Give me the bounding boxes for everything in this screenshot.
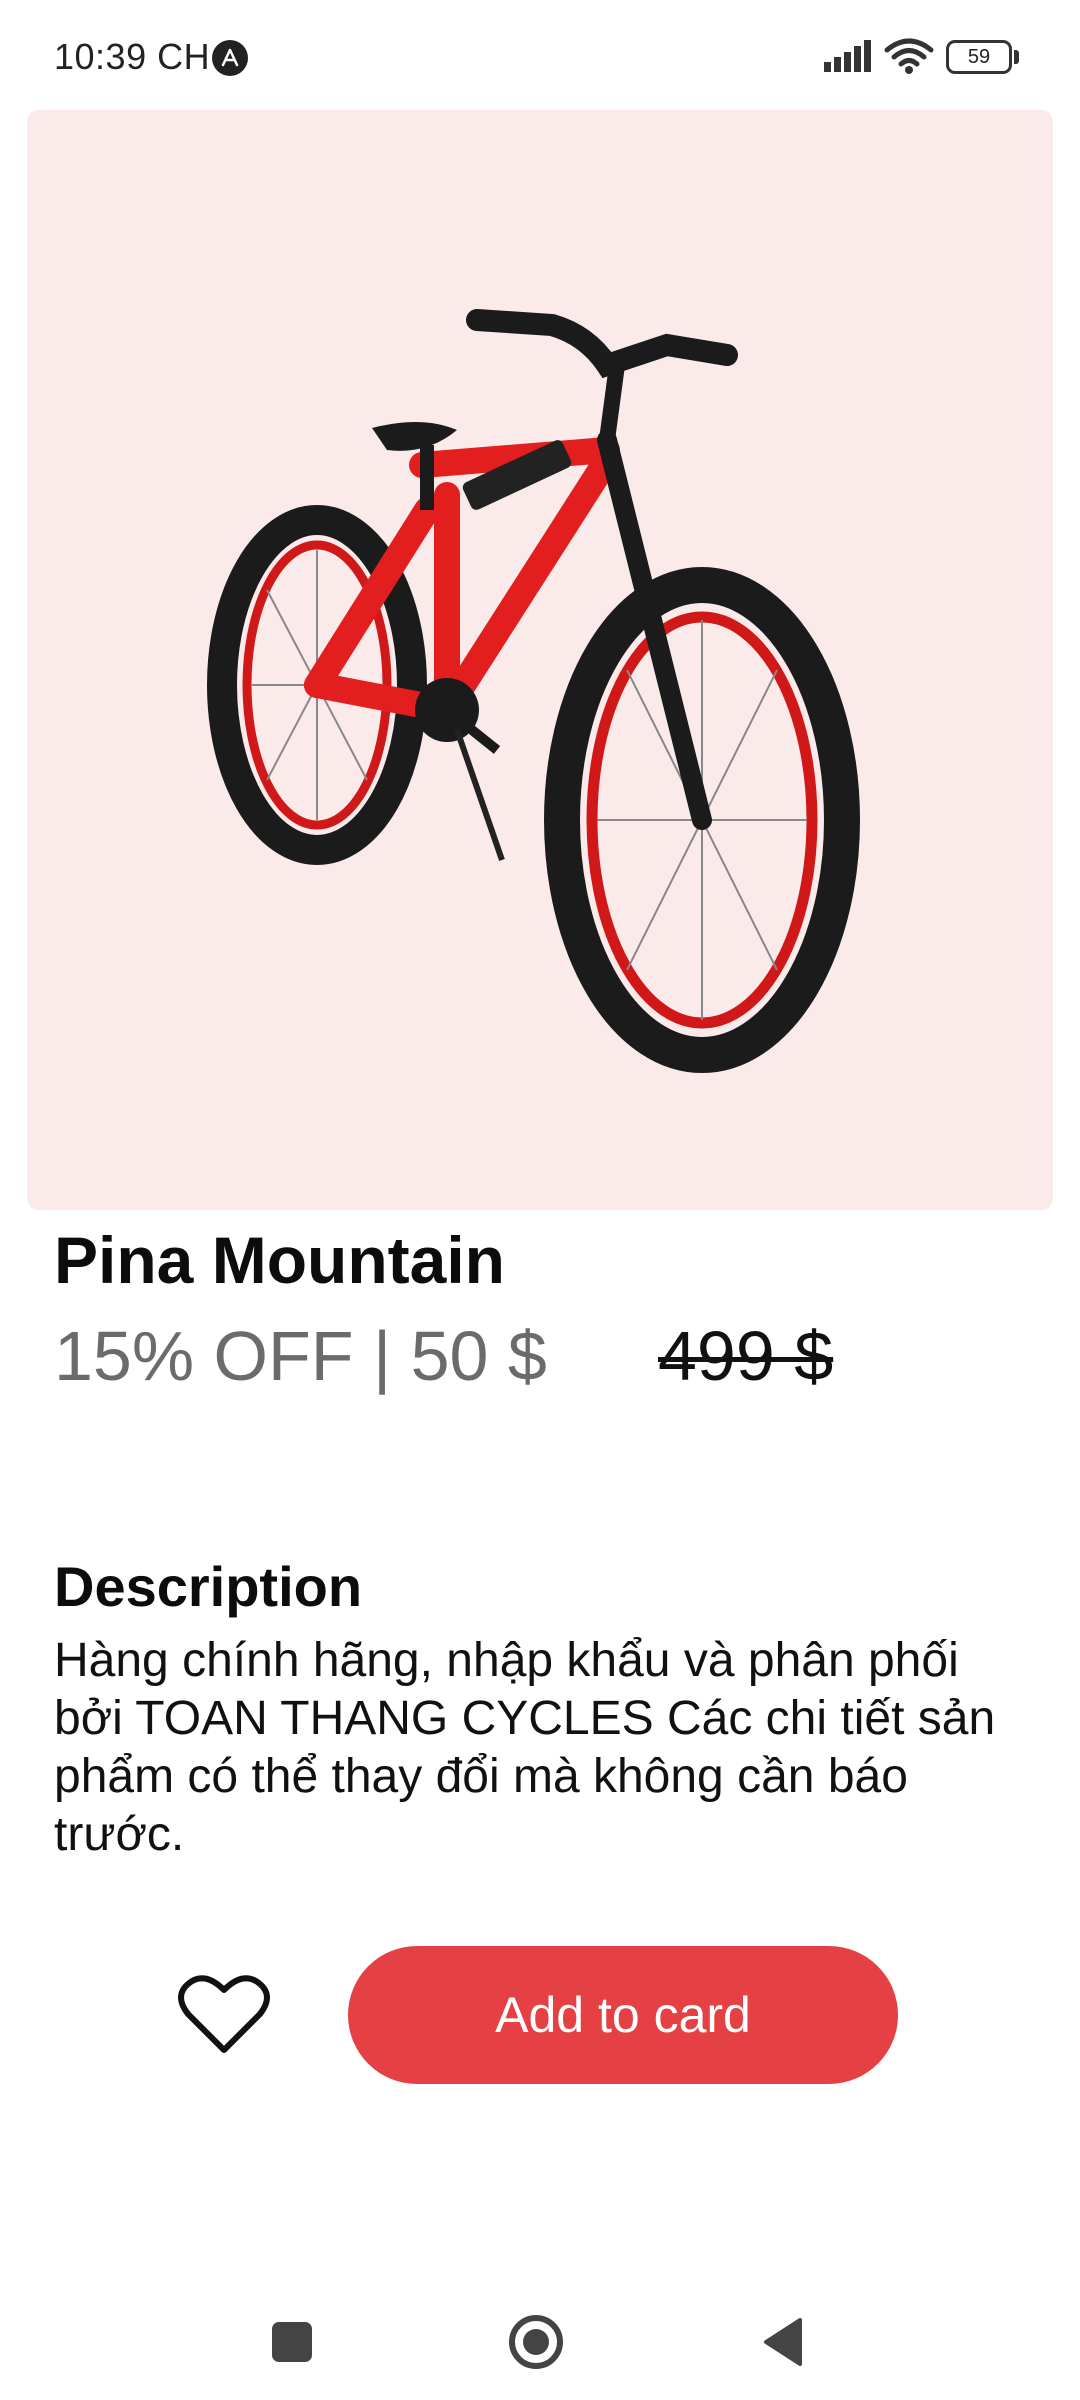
signal-icon — [824, 40, 874, 77]
battery-tip — [1014, 50, 1019, 64]
favorite-button[interactable] — [178, 1972, 270, 2056]
red-bicycle-image — [207, 309, 860, 1073]
description-text: Hàng chính hãng, nhập khẩu và phân phối … — [54, 1634, 996, 1861]
adobe-acrobat-icon — [212, 40, 248, 76]
navigation-bar — [0, 2280, 1080, 2400]
wifi-icon — [884, 38, 934, 79]
status-bar: 10:39 CH 59 — [0, 0, 1080, 110]
original-price: 499 $ — [658, 1317, 834, 1395]
add-to-cart-button[interactable]: Add to card — [348, 1946, 898, 2084]
heart-outline-icon — [178, 1975, 270, 2053]
battery-icon: 59 — [946, 40, 1012, 74]
product-image — [27, 110, 1053, 1210]
home-icon[interactable] — [508, 2314, 564, 2370]
price-row: 15% OFF | 50 $ 499 $ — [54, 1316, 1054, 1396]
description-heading: Description — [54, 1555, 363, 1618]
discount-price: 15% OFF | 50 $ — [54, 1317, 547, 1395]
status-time: 10:39 CH — [54, 36, 211, 77]
recents-icon[interactable] — [272, 2322, 312, 2362]
product-title: Pina Mountain — [54, 1223, 505, 1297]
back-icon[interactable] — [760, 2316, 804, 2368]
